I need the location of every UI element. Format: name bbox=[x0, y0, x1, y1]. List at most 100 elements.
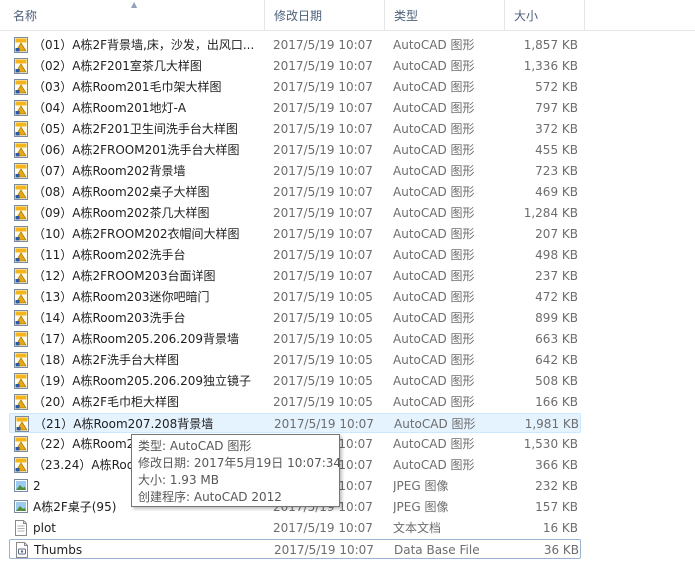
column-header-name-label: 名称 bbox=[13, 9, 38, 23]
file-modified-date: 2017/5/19 10:07 bbox=[273, 227, 373, 241]
column-header-date[interactable]: 修改日期 bbox=[264, 0, 384, 30]
file-type: AutoCAD 图形 bbox=[393, 395, 475, 409]
file-size: 1,857 KB bbox=[523, 38, 578, 52]
file-row[interactable]: （20）A栋2F毛巾柜大样图 2017/5/19 10:05 AutoCAD 图形 1… bbox=[9, 392, 581, 412]
file-modified-date: 2017/5/19 10:05 bbox=[273, 353, 373, 367]
file-size: 166 KB bbox=[535, 395, 578, 409]
file-size: 723 KB bbox=[535, 164, 578, 178]
column-divider[interactable] bbox=[584, 0, 585, 30]
file-row[interactable]: plot 2017/5/19 10:07 文本文档 16 KB bbox=[9, 518, 581, 538]
file-name: （10）A栋2FROOM202衣帽间大样图 bbox=[33, 227, 240, 241]
autocad-icon bbox=[14, 100, 28, 116]
image-icon bbox=[14, 499, 28, 515]
database-file-icon bbox=[15, 542, 29, 558]
file-row[interactable]: （01）A栋2F背景墙,床，沙发，出风口... 2017/5/19 10:07 Au… bbox=[9, 35, 581, 55]
file-row[interactable]: （09）A栋Room202茶几大样图 2017/5/19 10:07 AutoCAD… bbox=[9, 203, 581, 223]
file-name: （03）A栋Room201毛巾架大样图 bbox=[33, 80, 222, 94]
file-row[interactable]: （03）A栋Room201毛巾架大样图 2017/5/19 10:07 AutoCA… bbox=[9, 77, 581, 97]
file-modified-date: 2017/5/19 10:07 bbox=[273, 59, 373, 73]
column-header-type[interactable]: 类型 bbox=[384, 0, 504, 30]
file-size: 899 KB bbox=[535, 311, 578, 325]
file-row[interactable]: （02）A栋2F201室茶几大样图 2017/5/19 10:07 AutoCAD … bbox=[9, 56, 581, 76]
file-name: （18）A栋2F洗手台大样图 bbox=[33, 353, 180, 367]
file-row[interactable]: （12）A栋2FROOM203台面详图 2017/5/19 10:07 AutoCA… bbox=[9, 266, 581, 286]
file-row[interactable]: （13）A栋Room203迷你吧暗门 2017/5/19 10:05 AutoCAD… bbox=[9, 287, 581, 307]
file-size: 232 KB bbox=[535, 479, 578, 493]
file-modified-date: 2017/5/19 10:05 bbox=[273, 395, 373, 409]
autocad-icon bbox=[14, 79, 28, 95]
file-size: 36 KB bbox=[543, 543, 579, 557]
file-row[interactable]: （06）A栋2FROOM201洗手台大样图 2017/5/19 10:07 Auto… bbox=[9, 140, 581, 160]
file-type: AutoCAD 图形 bbox=[393, 59, 475, 73]
file-name: Thumbs bbox=[34, 543, 83, 557]
file-row[interactable]: （17）A栋Room205.206.209背景墙 2017/5/19 10:05 A… bbox=[9, 329, 581, 349]
file-size: 1,336 KB bbox=[523, 59, 578, 73]
file-size: 16 KB bbox=[542, 521, 578, 535]
tooltip-size: 大小: 1.93 MB bbox=[138, 473, 219, 487]
file-size: 508 KB bbox=[535, 374, 578, 388]
file-size: 469 KB bbox=[535, 185, 578, 199]
column-header-size[interactable]: 大小 bbox=[504, 0, 584, 30]
file-type: AutoCAD 图形 bbox=[393, 290, 475, 304]
file-type: AutoCAD 图形 bbox=[393, 374, 475, 388]
column-header-date-label: 修改日期 bbox=[274, 9, 323, 23]
autocad-icon bbox=[14, 268, 28, 284]
file-modified-date: 2017/5/19 10:05 bbox=[273, 290, 373, 304]
file-row[interactable]: （19）A栋Room205.206.209独立镜子 2017/5/19 10:05… bbox=[9, 371, 581, 391]
file-type: 文本文档 bbox=[393, 521, 442, 535]
file-name: （09）A栋Room202茶几大样图 bbox=[33, 206, 210, 220]
file-row[interactable]: Thumbs 2017/5/19 10:07 Data Base File 36 KB bbox=[9, 539, 581, 559]
file-name: （12）A栋2FROOM203台面详图 bbox=[33, 269, 216, 283]
autocad-icon bbox=[14, 142, 28, 158]
file-row[interactable]: （07）A栋Room202背景墙 2017/5/19 10:07 AutoCAD 图… bbox=[9, 161, 581, 181]
file-row[interactable]: （11）A栋Room202洗手台 2017/5/19 10:07 AutoCAD 图… bbox=[9, 245, 581, 265]
file-modified-date: 2017/5/19 10:07 bbox=[273, 164, 373, 178]
file-row[interactable]: （21）A栋Room207.208背景墙 2017/5/19 10:07 AutoC… bbox=[9, 413, 581, 433]
file-row[interactable]: （04）A栋Room201地灯-A 2017/5/19 10:07 AutoCAD … bbox=[9, 98, 581, 118]
autocad-icon bbox=[14, 373, 28, 389]
file-size: 642 KB bbox=[535, 353, 578, 367]
file-type: AutoCAD 图形 bbox=[394, 417, 476, 431]
autocad-icon bbox=[14, 310, 28, 326]
file-modified-date: 2017/5/19 10:05 bbox=[273, 374, 373, 388]
file-modified-date: 2017/5/19 10:07 bbox=[273, 122, 373, 136]
file-name: （13）A栋Room203迷你吧暗门 bbox=[33, 290, 210, 304]
file-modified-date: 2017/5/19 10:07 bbox=[274, 543, 374, 557]
file-type: AutoCAD 图形 bbox=[393, 458, 475, 472]
image-icon bbox=[14, 478, 28, 494]
file-row[interactable]: （14）A栋Room203洗手台 2017/5/19 10:05 AutoCAD 图… bbox=[9, 308, 581, 328]
file-row[interactable]: （08）A栋Room202桌子大样图 2017/5/19 10:07 AutoCAD… bbox=[9, 182, 581, 202]
tooltip-creator: 创建程序: AutoCAD 2012 bbox=[138, 490, 282, 504]
file-size: 1,981 KB bbox=[524, 417, 579, 431]
file-row[interactable]: （10）A栋2FROOM202衣帽间大样图 2017/5/19 10:07 Auto… bbox=[9, 224, 581, 244]
file-type: AutoCAD 图形 bbox=[393, 248, 475, 262]
file-modified-date: 2017/5/19 10:07 bbox=[273, 248, 373, 262]
file-name: （17）A栋Room205.206.209背景墙 bbox=[33, 332, 239, 346]
file-type: AutoCAD 图形 bbox=[393, 101, 475, 115]
sort-ascending-icon: ▲ bbox=[131, 0, 138, 9]
column-header-type-label: 类型 bbox=[394, 9, 419, 23]
file-size: 207 KB bbox=[535, 227, 578, 241]
file-name: （08）A栋Room202桌子大样图 bbox=[33, 185, 210, 199]
file-size: 455 KB bbox=[535, 143, 578, 157]
file-name: （01）A栋2F背景墙,床，沙发，出风口... bbox=[33, 38, 255, 52]
column-header-bar: 名称 ▲ 修改日期 类型 大小 bbox=[0, 0, 695, 31]
file-type: AutoCAD 图形 bbox=[393, 143, 475, 157]
file-type: Data Base File bbox=[394, 543, 480, 557]
text-file-icon bbox=[14, 520, 28, 536]
file-size: 572 KB bbox=[535, 80, 578, 94]
file-name: （19）A栋Room205.206.209独立镜子 bbox=[33, 374, 251, 388]
autocad-icon bbox=[14, 205, 28, 221]
autocad-icon bbox=[14, 331, 28, 347]
file-modified-date: 2017/5/19 10:05 bbox=[273, 311, 373, 325]
tooltip-type: 类型: AutoCAD 图形 bbox=[138, 439, 252, 453]
file-size: 372 KB bbox=[535, 122, 578, 136]
file-name: （05）A栋2F201卫生间洗手台大样图 bbox=[33, 122, 238, 136]
file-name: （21）A栋Room207.208背景墙 bbox=[34, 417, 214, 431]
file-modified-date: 2017/5/19 10:07 bbox=[273, 101, 373, 115]
file-modified-date: 2017/5/19 10:07 bbox=[273, 269, 373, 283]
file-row[interactable]: （18）A栋2F洗手台大样图 2017/5/19 10:05 AutoCAD 图形 6… bbox=[9, 350, 581, 370]
file-row[interactable]: （05）A栋2F201卫生间洗手台大样图 2017/5/19 10:07 AutoC… bbox=[9, 119, 581, 139]
autocad-icon bbox=[14, 394, 28, 410]
file-type: AutoCAD 图形 bbox=[393, 164, 475, 178]
